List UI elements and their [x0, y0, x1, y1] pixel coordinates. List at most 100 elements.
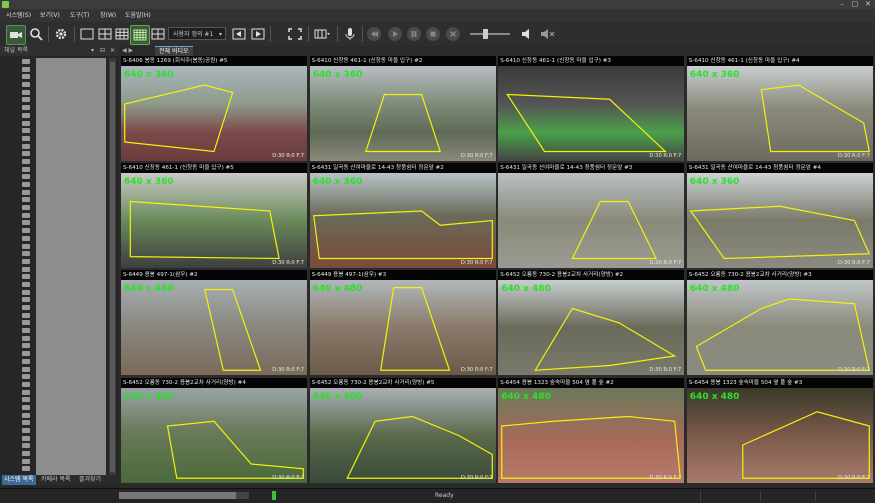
video-tile[interactable]: S-6431 일곡동 산여마을로 14-43 청풍쉼터 정문앞 #2 640 x …	[309, 163, 496, 269]
gear-icon[interactable]	[52, 25, 70, 43]
camera-list-item[interactable]	[2, 266, 34, 274]
maximize-icon[interactable]: □	[849, 0, 861, 9]
camera-list-item[interactable]	[2, 258, 34, 266]
prev-icon[interactable]	[230, 25, 248, 43]
video-tile[interactable]: S-6449 용봉 497-1(삼우) #2 640 x 480 D:30 R:0 …	[121, 270, 307, 376]
camera-list-item[interactable]	[2, 143, 34, 151]
camera-list-item[interactable]	[2, 358, 34, 366]
camera-list-item[interactable]	[2, 289, 34, 297]
video-tile[interactable]: S-6449 용봉 497-1(삼우) #3 640 x 480 D:30 R:0 …	[309, 270, 496, 376]
camera-list-item[interactable]	[2, 135, 34, 143]
camera-list-item[interactable]	[2, 73, 34, 81]
layout-1-icon[interactable]	[78, 25, 96, 43]
tab-system-list[interactable]: 시스템 목록	[2, 475, 36, 485]
camera-icon[interactable]	[6, 25, 26, 45]
camera-list-item[interactable]	[2, 404, 34, 412]
video-tile[interactable]: S-6431 일곡동 산여마을로 14-43 청풍쉼터 정문앞 #4 640 x …	[686, 163, 873, 269]
camera-list-item[interactable]	[2, 319, 34, 327]
camera-list-item[interactable]	[2, 419, 34, 427]
stop-icon[interactable]	[424, 25, 442, 43]
camera-list-item[interactable]	[2, 396, 34, 404]
camera-list-item[interactable]	[2, 196, 34, 204]
minimize-icon[interactable]: –	[836, 0, 848, 9]
next-icon[interactable]	[249, 25, 267, 43]
video-tile[interactable]: S-6452 오룡동 730-2 용봉2교차 사거리(양방) #2 640 x 4…	[498, 270, 685, 376]
camera-list-item[interactable]	[2, 219, 34, 227]
rewind-icon[interactable]	[365, 25, 383, 43]
camera-list-item[interactable]	[2, 250, 34, 258]
camera-list-item[interactable]	[2, 243, 34, 251]
video-tile[interactable]: S-6410 신창동 461-1 (신창동 마을 입구) #5 640 x 360…	[121, 163, 307, 269]
camera-list-item[interactable]	[2, 465, 34, 473]
pin-icon[interactable]: ▾	[91, 46, 94, 56]
camera-list-item[interactable]	[2, 166, 34, 174]
camera-list-item[interactable]	[2, 427, 34, 435]
camera-list-item[interactable]	[2, 104, 34, 112]
camera-list-item[interactable]	[2, 150, 34, 158]
microphone-icon[interactable]	[341, 25, 359, 43]
tab-all-video[interactable]: 전체 비디오	[155, 46, 193, 56]
video-tile[interactable]: S-6410 신창동 461-1 (신창동 마을 입구) #2 640 x 360…	[309, 56, 496, 161]
layout-dropdown[interactable]: 사용자 정의 #1 ▾	[168, 27, 226, 40]
menu-window[interactable]: 창(W)	[100, 9, 116, 22]
camera-list-item[interactable]	[2, 127, 34, 135]
video-tile[interactable]: S-6452 오룡동 730-2 용봉2교차 사거리(양방) #3 640 x 4…	[686, 270, 873, 376]
mute-icon[interactable]	[538, 25, 556, 43]
pause-icon[interactable]	[405, 25, 423, 43]
video-tile[interactable]: S-6406 봉동 1269 (회식주(봉동)공원) #5 640 x 360 D:…	[121, 56, 307, 161]
video-tile[interactable]: S-6454 용봉 1323 숲속마을 504 옆 풀 숲 #2 640 x 48…	[498, 377, 685, 483]
camera-list-item[interactable]	[2, 204, 34, 212]
camera-list-item[interactable]	[2, 112, 34, 120]
camera-list-item[interactable]	[2, 342, 34, 350]
fullscreen-icon[interactable]	[286, 25, 304, 43]
camera-list-item[interactable]	[2, 273, 34, 281]
camera-list-item[interactable]	[2, 235, 34, 243]
camera-list-item[interactable]	[2, 373, 34, 381]
video-tile[interactable]: S-6454 용봉 1323 숲속마을 504 옆 풀 숲 #3 640 x 48…	[686, 377, 873, 483]
play-icon[interactable]	[386, 25, 404, 43]
camera-list-item[interactable]	[2, 81, 34, 89]
video-tile[interactable]: S-6410 신창동 461-1 (신창동 마을 입구) #3 D:30 R:0 …	[498, 56, 685, 161]
menu-view[interactable]: 보기(V)	[40, 9, 60, 22]
video-tile[interactable]: S-6452 오룡동 730-2 용봉2교차 사거리(양방) #4 640 x 4…	[121, 377, 307, 483]
speaker-icon[interactable]	[518, 25, 536, 43]
menu-tools[interactable]: 도구(T)	[70, 9, 89, 22]
panel-close-icon[interactable]: ✕	[110, 46, 115, 56]
camera-list-item[interactable]	[2, 412, 34, 420]
camera-list-item[interactable]	[2, 312, 34, 320]
camera-list-item[interactable]	[2, 450, 34, 458]
camera-list-item[interactable]	[2, 350, 34, 358]
layout-25-icon[interactable]	[149, 25, 167, 43]
tab-favorites[interactable]: 즐겨찾기	[77, 475, 103, 485]
camera-list-item[interactable]	[2, 158, 34, 166]
video-tile[interactable]: S-6431 일곡동 산여마을로 14-43 청풍쉼터 정문앞 #3 D:30 R…	[498, 163, 685, 269]
camera-list-item[interactable]	[2, 389, 34, 397]
camera-list-item[interactable]	[2, 120, 34, 128]
camera-list-item[interactable]	[2, 227, 34, 235]
close-window-icon[interactable]: ✕	[862, 0, 874, 9]
multiscreen-icon[interactable]	[313, 25, 331, 43]
camera-list-item[interactable]	[2, 335, 34, 343]
layout-9-icon[interactable]	[113, 25, 131, 43]
video-tile[interactable]: S-6410 신창동 461-1 (신창동 마을 입구) #4 640 x 360…	[686, 56, 873, 161]
layout-4-icon[interactable]	[96, 25, 114, 43]
tab-camera-list[interactable]: 카메라 목록	[39, 475, 73, 485]
menu-system[interactable]: 시스템(S)	[6, 9, 31, 22]
camera-list-item[interactable]	[2, 458, 34, 466]
camera-list-item[interactable]	[2, 212, 34, 220]
camera-list-item[interactable]	[2, 381, 34, 389]
tab-nav-arrows[interactable]: ◀ ▶	[122, 46, 133, 56]
camera-list-item[interactable]	[2, 66, 34, 74]
camera-list-item[interactable]	[2, 442, 34, 450]
camera-list-item[interactable]	[2, 366, 34, 374]
camera-list-item[interactable]	[2, 304, 34, 312]
camera-list-item[interactable]	[2, 189, 34, 197]
camera-list-item[interactable]	[2, 327, 34, 335]
close-icon[interactable]	[444, 25, 462, 43]
layout-16-icon[interactable]	[130, 25, 150, 45]
camera-list-item[interactable]	[2, 89, 34, 97]
camera-list-item[interactable]	[2, 96, 34, 104]
dock-icon[interactable]: ⊟	[100, 46, 105, 56]
volume-slider[interactable]	[468, 25, 512, 43]
scrollbar-thumb[interactable]	[110, 62, 115, 472]
